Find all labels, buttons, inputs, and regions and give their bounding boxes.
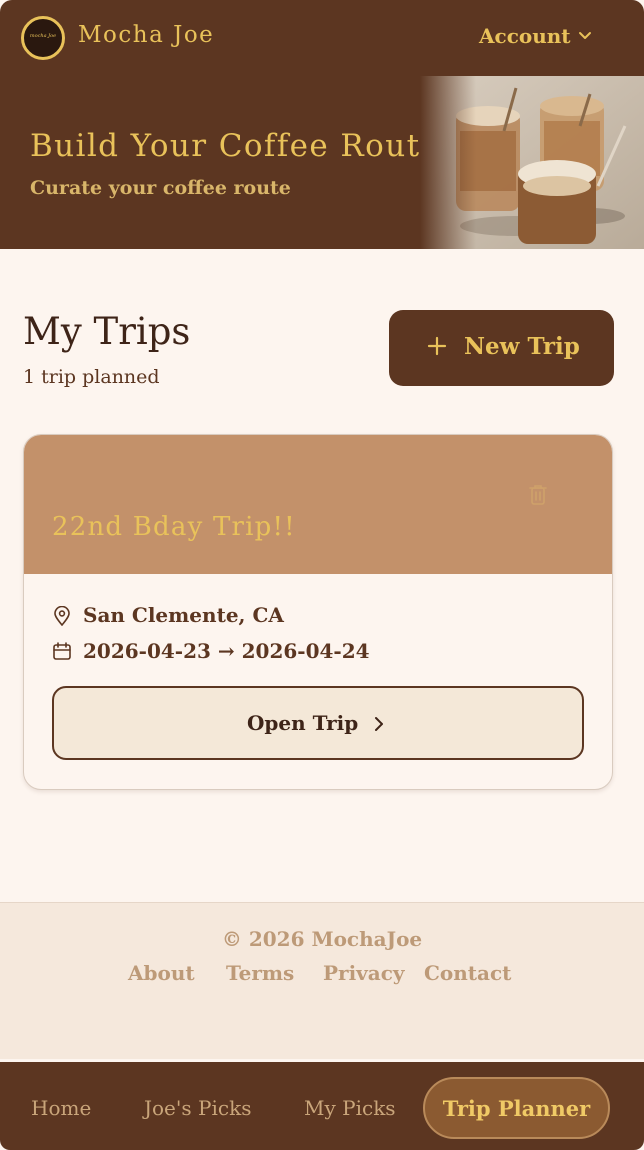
nav-item-joes-picks[interactable]: Joe's Picks bbox=[144, 1096, 251, 1120]
chevron-right-icon bbox=[375, 717, 383, 731]
hero-subtitle: Curate your coffee route bbox=[30, 177, 291, 199]
trip-location: San Clemente, CA bbox=[83, 603, 284, 627]
bottom-nav: Home Joe's Picks My Picks Trip Planner bbox=[0, 1062, 644, 1150]
trip-card-header: 22nd Bday Trip!! bbox=[24, 435, 612, 574]
footer-link-contact[interactable]: Contact bbox=[424, 961, 511, 985]
brand-name[interactable]: Mocha Joe bbox=[78, 22, 214, 48]
hero-title: Build Your Coffee Route bbox=[30, 128, 441, 164]
nav-item-home[interactable]: Home bbox=[31, 1096, 91, 1120]
plus-icon bbox=[427, 336, 447, 356]
trip-dates: 2026-04-23 → 2026-04-24 bbox=[83, 639, 370, 663]
new-trip-label: New Trip bbox=[464, 333, 580, 360]
brand-logo[interactable]: mocha Joe bbox=[21, 16, 65, 60]
footer-link-privacy[interactable]: Privacy bbox=[323, 961, 405, 985]
trash-icon[interactable] bbox=[528, 483, 548, 507]
footer-link-terms[interactable]: Terms bbox=[226, 961, 294, 985]
calendar-icon bbox=[53, 642, 71, 660]
nav-item-my-picks[interactable]: My Picks bbox=[304, 1096, 396, 1120]
footer: © 2026 MochaJoe About Terms Privacy Cont… bbox=[0, 902, 644, 1059]
new-trip-button[interactable]: New Trip bbox=[389, 310, 614, 386]
account-menu-button[interactable]: Account bbox=[479, 24, 571, 48]
logo-wordmark: mocha Joe bbox=[29, 33, 57, 39]
page-title: My Trips bbox=[23, 310, 191, 353]
location-pin-icon bbox=[54, 606, 70, 626]
trip-title: 22nd Bday Trip!! bbox=[52, 512, 296, 542]
nav-item-trip-planner-label: Trip Planner bbox=[442, 1096, 591, 1121]
open-trip-label: Open Trip bbox=[247, 711, 359, 735]
iced-coffee-image bbox=[420, 76, 644, 249]
trip-card: 22nd Bday Trip!! San Clemente, CA 2026-0… bbox=[23, 434, 613, 790]
trip-count: 1 trip planned bbox=[23, 366, 160, 388]
hero-banner: Build Your Coffee Route Curate your coff… bbox=[0, 76, 644, 249]
footer-link-about[interactable]: About bbox=[128, 961, 195, 985]
open-trip-button[interactable]: Open Trip bbox=[52, 686, 584, 760]
copyright-text: © 2026 MochaJoe bbox=[221, 927, 423, 951]
chevron-down-icon[interactable] bbox=[577, 28, 593, 44]
nav-item-trip-planner[interactable]: Trip Planner bbox=[423, 1077, 610, 1139]
top-bar: mocha Joe Mocha Joe Account bbox=[0, 0, 644, 76]
